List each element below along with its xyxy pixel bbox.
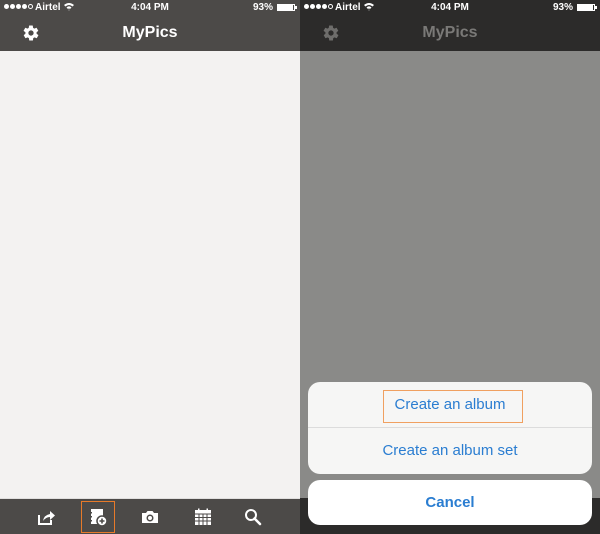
camera-icon — [142, 511, 158, 523]
battery-percent: 93% — [552, 2, 573, 13]
status-bar: Airtel 4:04 PM 93% — [0, 0, 300, 15]
page-title: MyPics — [122, 24, 178, 41]
navigation-bar: MyPics — [0, 15, 300, 51]
battery-icon — [577, 4, 595, 11]
camera-button[interactable] — [133, 501, 167, 533]
calendar-button[interactable] — [186, 501, 220, 533]
status-bar: Airtel 4:04 PM 93% — [300, 0, 600, 15]
search-button[interactable] — [236, 501, 270, 533]
action-sheet-options: Create an album Create an album set — [308, 382, 592, 474]
share-button[interactable] — [29, 501, 63, 533]
bottom-toolbar — [0, 498, 300, 534]
main-screen: Airtel 4:04 PM 93% MyPics — [0, 0, 300, 534]
action-sheet-screen: Airtel 4:04 PM 93% MyPics Create an albu… — [300, 0, 600, 534]
search-icon — [245, 509, 262, 526]
battery-tip — [295, 6, 297, 9]
add-album-icon — [90, 509, 108, 527]
add-album-button[interactable] — [81, 501, 115, 533]
battery-tip — [595, 6, 597, 9]
cancel-button[interactable]: Cancel — [308, 480, 592, 525]
photo-grid-empty — [0, 51, 300, 498]
highlight-box — [383, 390, 523, 423]
navigation-bar: MyPics — [300, 15, 600, 51]
calendar-icon — [195, 508, 211, 525]
battery-percent: 93% — [252, 2, 273, 13]
create-album-set-option[interactable]: Create an album set — [308, 428, 592, 474]
share-icon — [38, 511, 55, 525]
page-title: MyPics — [422, 24, 478, 41]
action-sheet-cancel: Cancel — [308, 480, 592, 525]
battery-icon — [277, 4, 295, 11]
